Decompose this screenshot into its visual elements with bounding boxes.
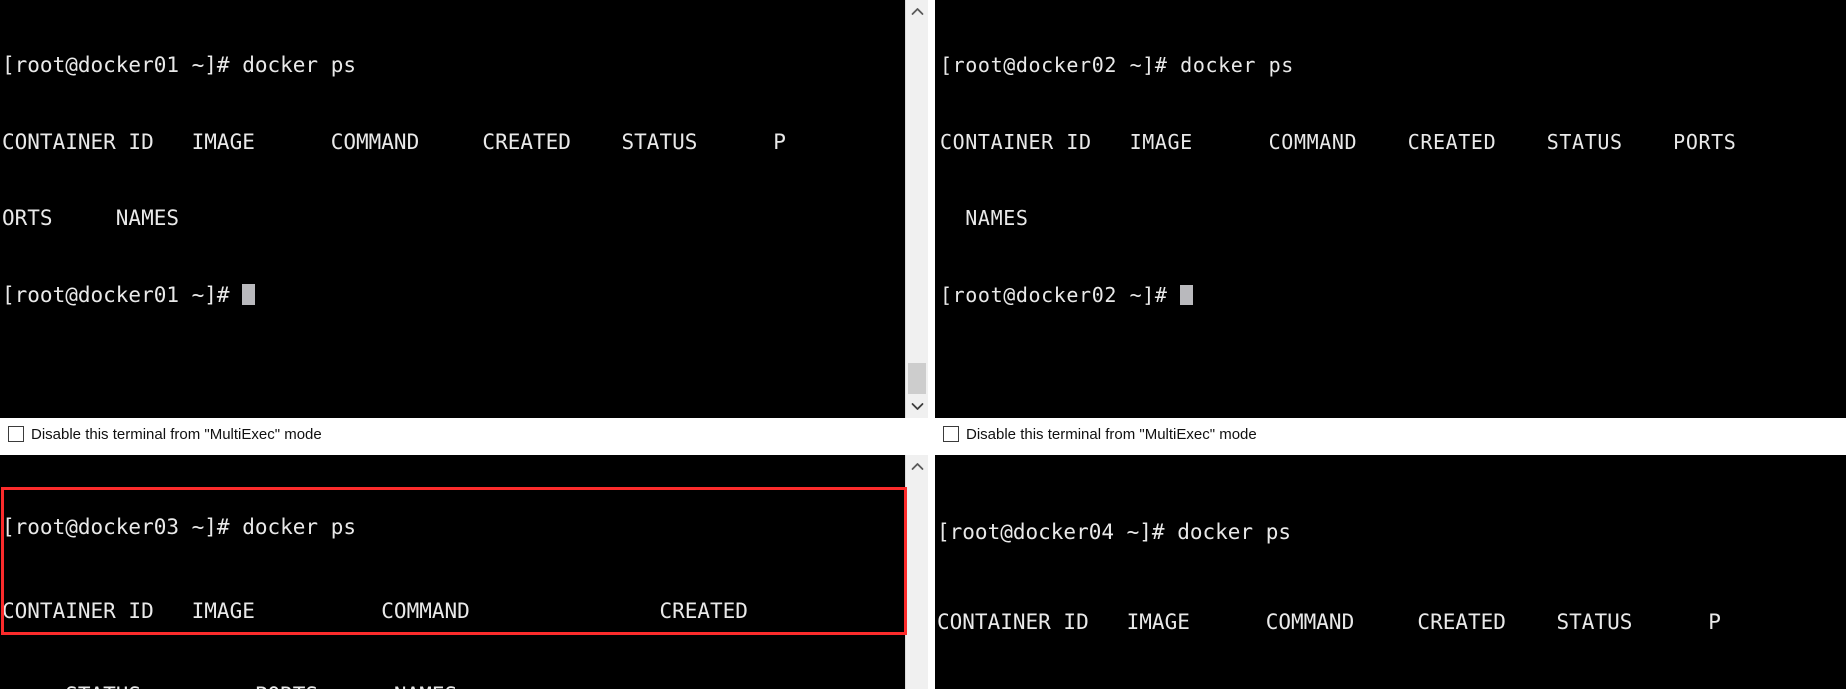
- terminal-docker04-output: [root@docker04 ~]# docker ps CONTAINER I…: [935, 455, 1846, 689]
- terminal-line: [root@docker03 ~]# docker ps: [2, 515, 357, 539]
- chevron-down-icon: [911, 403, 923, 410]
- terminal-docker01[interactable]: [root@docker01 ~]# docker ps CONTAINER I…: [0, 0, 905, 418]
- scrollbar-docker01[interactable]: [905, 0, 928, 418]
- column-divider: [928, 0, 935, 689]
- scrollbar-up-button-docker03[interactable]: [906, 455, 928, 478]
- terminal-line: CONTAINER ID IMAGE COMMAND CREATED STATU…: [2, 129, 786, 154]
- terminal-line: STATUS PORTS NAMES: [2, 681, 905, 689]
- multiexec-disable-label-docker02: Disable this terminal from "MultiExec" m…: [966, 425, 1257, 443]
- terminal-docker04[interactable]: [root@docker04 ~]# docker ps CONTAINER I…: [935, 455, 1846, 689]
- terminal-line: [root@docker04 ~]# docker ps: [937, 520, 1292, 544]
- chevron-up-icon: [911, 8, 923, 15]
- prompt-text: [root@docker02 ~]#: [940, 282, 1181, 307]
- multiexec-disable-label-docker01: Disable this terminal from "MultiExec" m…: [31, 425, 322, 443]
- terminal-line: [root@docker01 ~]# docker ps: [2, 53, 357, 77]
- terminal-cursor: [242, 284, 256, 306]
- prompt-text: [root@docker01 ~]#: [2, 282, 243, 307]
- multiexec-toggle-row-docker02[interactable]: Disable this terminal from "MultiExec" m…: [935, 419, 1846, 449]
- terminal-line: CONTAINER ID IMAGE COMMAND CREATED STATU…: [937, 610, 1721, 634]
- terminal-line-prompt: [root@docker01 ~]#: [2, 283, 905, 309]
- terminal-docker03[interactable]: [root@docker03 ~]# docker ps CONTAINER I…: [0, 455, 905, 689]
- terminal-docker02-output: [root@docker02 ~]# docker ps CONTAINER I…: [935, 0, 1846, 359]
- terminal-line: [root@docker02 ~]# docker ps: [940, 53, 1294, 77]
- multiexec-window: [root@docker01 ~]# docker ps CONTAINER I…: [0, 0, 1846, 689]
- terminal-line: CONTAINER ID IMAGE COMMAND CREATED: [2, 599, 748, 623]
- multiexec-disable-checkbox-docker02[interactable]: [943, 426, 959, 442]
- terminal-docker01-output: [root@docker01 ~]# docker ps CONTAINER I…: [0, 0, 905, 359]
- chevron-up-icon: [911, 463, 923, 470]
- multiexec-toggle-row-docker01[interactable]: Disable this terminal from "MultiExec" m…: [0, 419, 928, 449]
- scrollbar-down-button-docker01[interactable]: [906, 395, 928, 418]
- terminal-cursor: [1180, 284, 1193, 306]
- terminal-docker02[interactable]: [root@docker02 ~]# docker ps CONTAINER I…: [935, 0, 1846, 418]
- multiexec-disable-checkbox-docker01[interactable]: [8, 426, 24, 442]
- scrollbar-thumb-docker01[interactable]: [908, 363, 926, 394]
- terminal-line: ORTS NAMES: [2, 206, 180, 230]
- terminal-line: NAMES: [940, 206, 1029, 230]
- scrollbar-docker03[interactable]: [905, 455, 928, 689]
- terminal-line: CONTAINER ID IMAGE COMMAND CREATED STATU…: [940, 129, 1737, 154]
- scrollbar-up-button-docker01[interactable]: [906, 0, 928, 23]
- terminal-line-prompt: [root@docker02 ~]#: [940, 283, 1846, 309]
- terminal-docker03-output: [root@docker03 ~]# docker ps CONTAINER I…: [0, 455, 905, 689]
